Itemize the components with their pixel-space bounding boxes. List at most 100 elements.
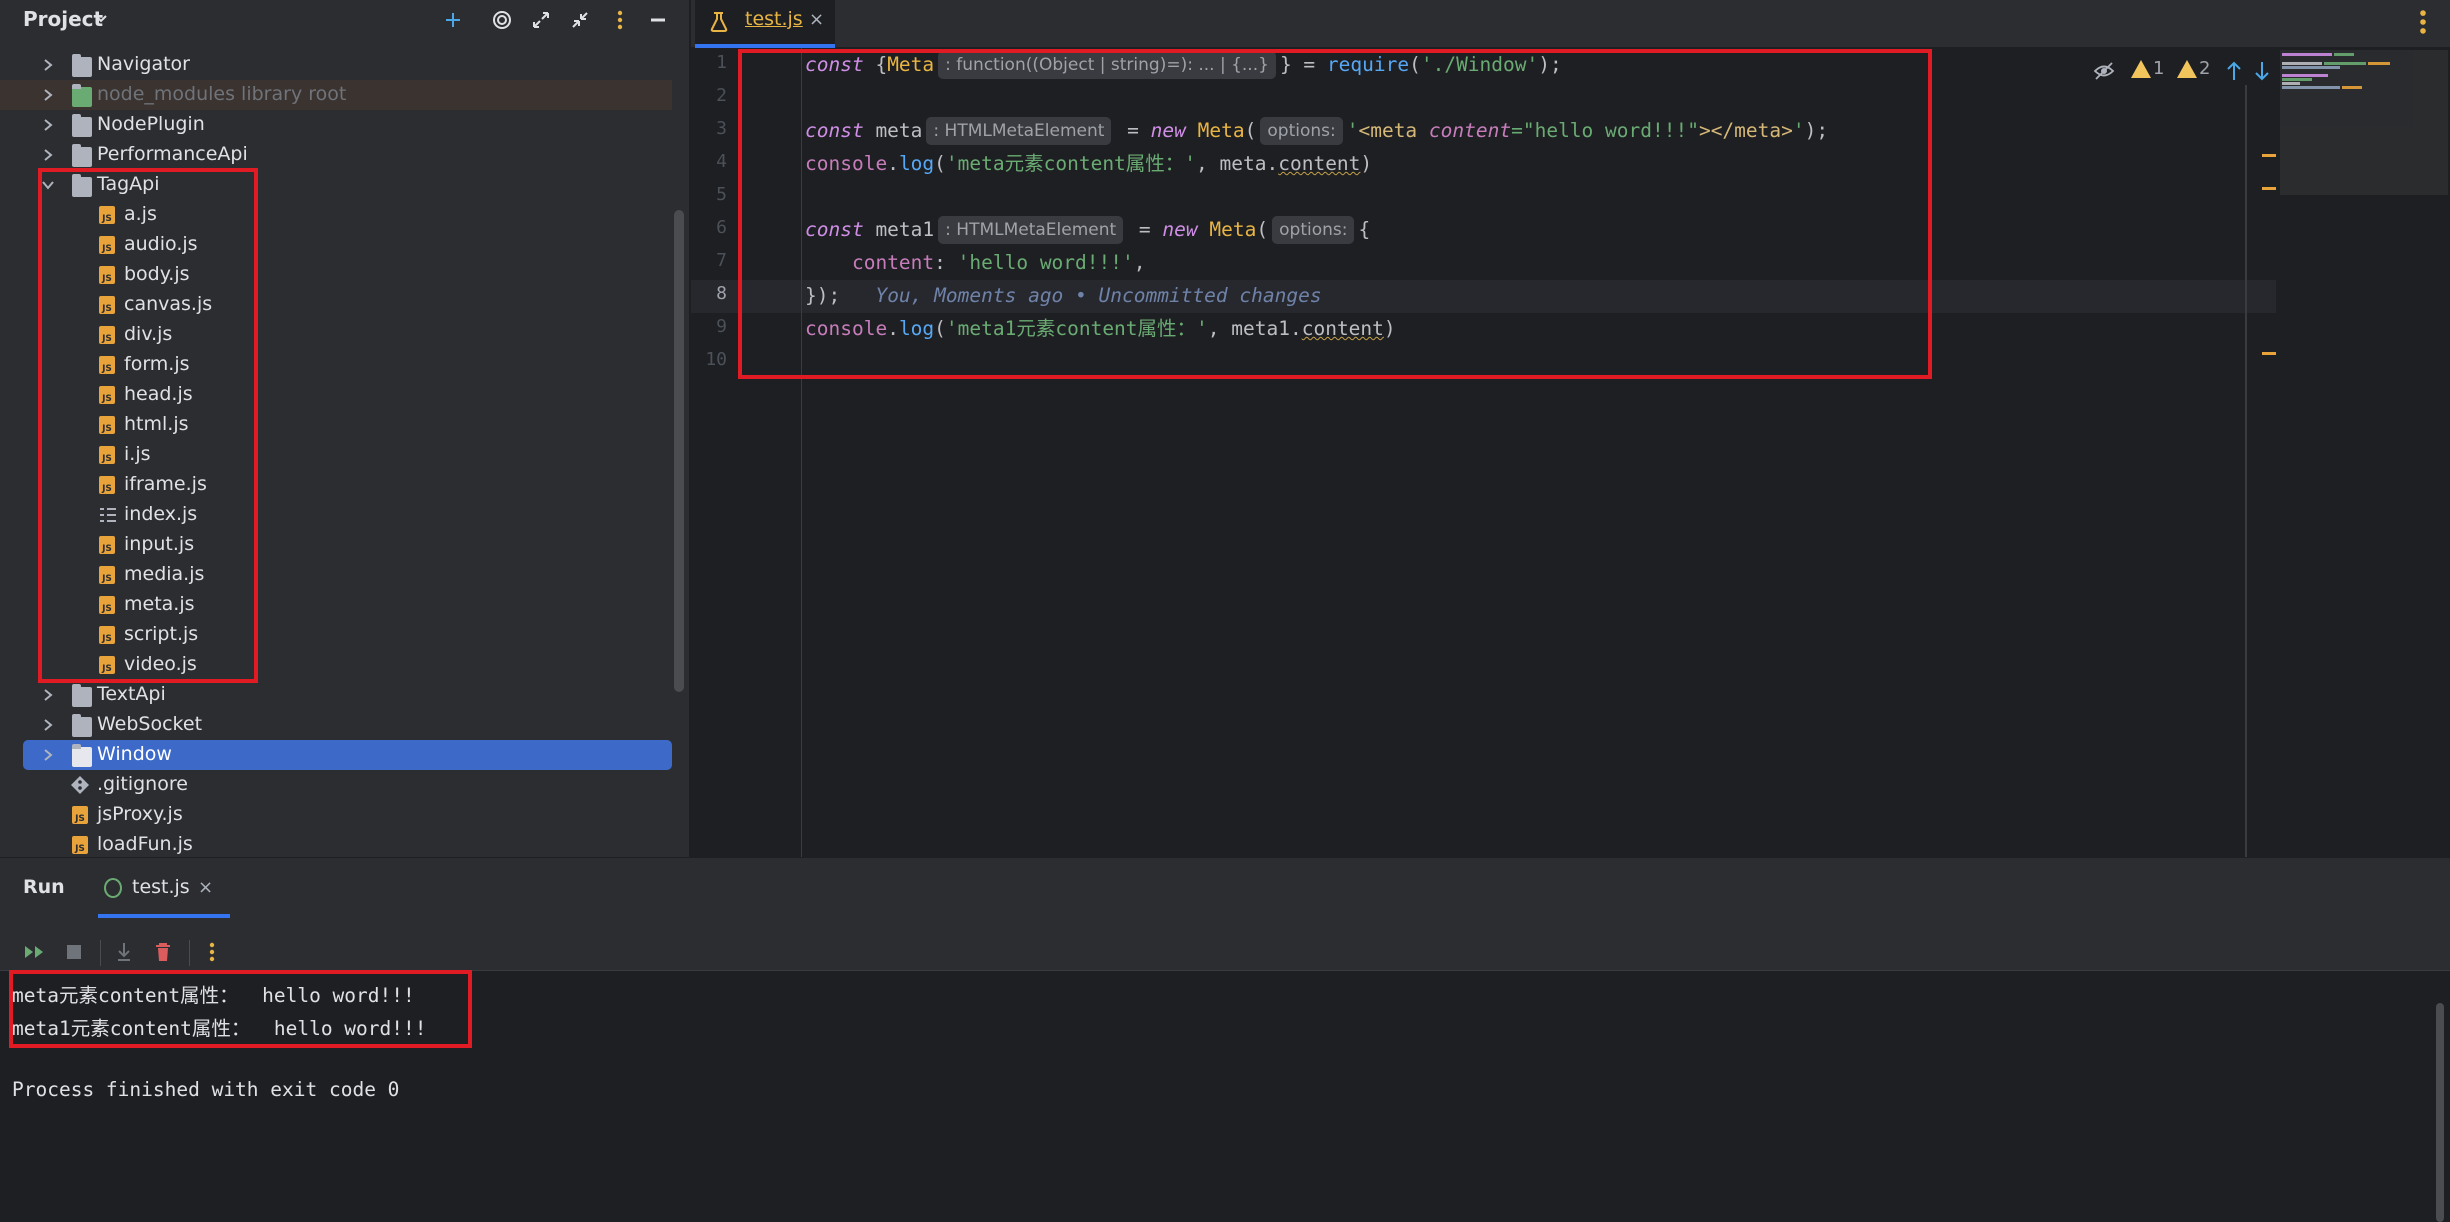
tree-item-label: .gitignore	[97, 773, 188, 795]
arrow-up-icon[interactable]	[2225, 60, 2243, 82]
minimize-icon[interactable]	[644, 6, 672, 34]
scroll-to-end-icon[interactable]	[112, 940, 136, 964]
arrow-down-icon[interactable]	[2253, 60, 2271, 82]
tree-item-performanceapi[interactable]: PerformanceApi	[0, 140, 672, 170]
toolbar-separator	[100, 940, 101, 966]
tree-item-label: WebSocket	[97, 713, 203, 735]
tree-item-nodeplugin[interactable]: NodePlugin	[0, 110, 672, 140]
minimap-line	[2282, 53, 2332, 56]
library-folder-icon	[72, 84, 92, 107]
chevron-right-icon[interactable]	[40, 717, 56, 733]
git-file-icon	[71, 776, 89, 794]
chevron-right-icon[interactable]	[40, 87, 56, 103]
tree-item-navigator[interactable]: Navigator	[0, 50, 672, 80]
tree-item-node-modules[interactable]: node_modules library root	[0, 80, 672, 110]
warning-icon[interactable]	[2131, 60, 2151, 78]
project-header: Project	[0, 0, 690, 40]
line-number: 4	[716, 151, 727, 172]
chevron-right-icon[interactable]	[40, 687, 56, 703]
line-number: 10	[705, 349, 727, 370]
expand-all-icon[interactable]	[527, 6, 555, 34]
console-scrollbar[interactable]	[2436, 1003, 2444, 1222]
editor-scrollbar[interactable]	[2245, 85, 2247, 857]
close-icon[interactable]: ×	[809, 9, 824, 30]
more-options-icon[interactable]	[2418, 8, 2428, 36]
minimap-line	[2334, 53, 2354, 56]
folder-icon	[72, 744, 92, 767]
warning-marker[interactable]	[2262, 154, 2276, 157]
minimap-line	[2342, 86, 2362, 89]
tree-item-gitignore[interactable]: .gitignore	[0, 770, 672, 800]
tree-item-label: NodePlugin	[97, 113, 205, 135]
inspection-widget[interactable]: 1 2	[2088, 56, 2288, 86]
line-number: 2	[716, 85, 727, 106]
tab-label: test.js	[132, 876, 190, 898]
line-number: 8	[716, 283, 727, 304]
tree-item-file[interactable]: JS loadFun.js	[0, 830, 672, 857]
line-number: 9	[716, 316, 727, 337]
minimap-line	[2282, 66, 2340, 69]
chevron-right-icon[interactable]	[40, 57, 56, 73]
add-icon[interactable]	[439, 6, 467, 34]
weak-warning-count: 2	[2199, 58, 2211, 79]
collapse-all-icon[interactable]	[566, 6, 594, 34]
tree-item-label: loadFun.js	[97, 833, 193, 855]
more-options-icon[interactable]	[606, 6, 634, 34]
project-title[interactable]: Project	[23, 7, 103, 31]
folder-icon	[72, 714, 92, 737]
tree-item-label: PerformanceApi	[97, 143, 248, 165]
js-file-icon: JS	[72, 806, 88, 824]
console-line: Process finished with exit code 0	[12, 1078, 400, 1101]
tree-item-websocket[interactable]: WebSocket	[0, 710, 672, 740]
tab-test-js[interactable]: test.js ×	[695, 0, 835, 48]
clear-trash-icon[interactable]	[151, 940, 175, 964]
tree-item-file[interactable]: JS jsProxy.js	[0, 800, 672, 830]
chevron-right-icon[interactable]	[40, 747, 56, 763]
minimap-line	[2282, 78, 2312, 81]
chevron-right-icon[interactable]	[40, 147, 56, 163]
eye-hidden-icon[interactable]	[2093, 61, 2115, 81]
line-number: 6	[716, 217, 727, 238]
tree-item-label: jsProxy.js	[97, 803, 183, 825]
tree-item-textapi[interactable]: TextApi	[0, 680, 672, 710]
highlight-box-console	[9, 970, 472, 1048]
minimap[interactable]	[2280, 50, 2448, 195]
weak-warning-icon[interactable]	[2177, 60, 2197, 78]
more-options-icon[interactable]	[200, 940, 224, 964]
minimap-line	[2282, 74, 2328, 77]
tree-scrollbar[interactable]	[674, 210, 684, 692]
minimap-line	[2282, 62, 2322, 65]
folder-icon	[72, 54, 92, 77]
close-icon[interactable]: ×	[198, 877, 213, 898]
toolbar-separator	[189, 940, 190, 966]
folder-icon	[72, 144, 92, 167]
line-number: 5	[716, 184, 727, 205]
editor-tab-bar: test.js ×	[691, 0, 2450, 48]
highlight-box-code	[738, 49, 1932, 379]
js-file-icon: JS	[72, 836, 88, 854]
run-tab-test-js[interactable]: test.js ×	[98, 858, 230, 918]
tab-label: test.js	[745, 8, 803, 30]
chevron-down-icon[interactable]	[94, 12, 108, 26]
rerun-icon[interactable]	[23, 940, 47, 964]
line-number: 1	[716, 52, 727, 73]
tree-item-label: node_modules library root	[97, 83, 347, 105]
minimap-line	[2324, 62, 2366, 65]
highlight-box-tree	[38, 168, 258, 683]
warning-marker[interactable]	[2262, 352, 2276, 355]
tree-item-label: TextApi	[97, 683, 166, 705]
line-number: 3	[716, 118, 727, 139]
warning-marker[interactable]	[2262, 187, 2276, 190]
tree-item-window[interactable]: Window	[23, 740, 672, 770]
minimap-line	[2282, 86, 2340, 89]
minimap-line	[2368, 62, 2390, 65]
warning-count: 1	[2153, 58, 2165, 79]
chevron-right-icon[interactable]	[40, 117, 56, 133]
run-title[interactable]: Run	[23, 876, 65, 898]
tree-item-label: Navigator	[97, 53, 190, 75]
nodejs-icon	[104, 878, 122, 898]
stop-icon[interactable]	[62, 940, 86, 964]
tree-item-label: Window	[97, 743, 172, 765]
locate-icon[interactable]	[488, 6, 516, 34]
folder-icon	[72, 114, 92, 137]
